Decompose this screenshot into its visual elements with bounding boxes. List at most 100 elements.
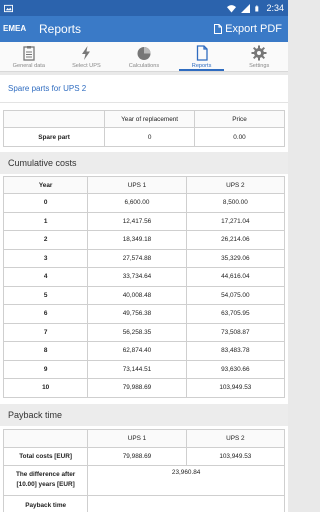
ups2-cell: 103,949.53	[185, 378, 286, 398]
ups2-cell: 44,616.04	[185, 267, 286, 287]
wifi-icon	[227, 4, 237, 13]
payback-time-label: Payback time	[2, 494, 89, 512]
ups1-cell: 62,874.40	[87, 341, 187, 361]
pie-chart-icon	[137, 47, 151, 60]
signal-icon	[241, 3, 251, 13]
year-cell: 1	[2, 211, 89, 231]
tab-bar: General data Select UPS Calculations Rep…	[0, 42, 288, 72]
year-cell: 3	[2, 248, 89, 268]
table-row: Payback time	[2, 494, 285, 512]
row-label: Spare part	[2, 127, 106, 147]
action-bar: EMEA Reports Export PDF	[0, 16, 288, 42]
table-row: 4 33,734.64 44,616.04	[2, 267, 286, 287]
table-cell: 0	[104, 127, 196, 147]
tab-calculations[interactable]: Calculations	[115, 42, 173, 71]
battery-icon	[255, 5, 259, 11]
tab-reports[interactable]: Reports	[173, 42, 231, 71]
ups1-cell: 27,574.88	[87, 248, 187, 268]
ups1-cell: 6,600.00	[87, 193, 187, 213]
ups2-cell: 63,705.95	[185, 304, 286, 324]
tab-label: Select UPS	[72, 63, 101, 69]
difference-label: The difference after [10.00] years [EUR]	[2, 464, 89, 496]
column-header: Year of replacement	[104, 110, 196, 128]
table-row: 7 56,258.35 73,508.87	[2, 322, 286, 342]
total-costs-label: Total costs [EUR]	[2, 446, 89, 466]
page-title: Reports	[39, 22, 82, 36]
year-cell: 9	[2, 359, 89, 379]
tab-label: Reports	[191, 63, 212, 69]
gear-icon	[251, 45, 267, 61]
table-row: 3 27,574.88 35,329.06	[2, 248, 286, 268]
ups1-cell: 12,417.56	[87, 211, 187, 231]
payback-table: UPS 1 UPS 2 Total costs [EUR] 79,988.69 …	[2, 428, 286, 512]
cumulative-costs-table: Year UPS 1 UPS 2 0 6,600.00 8,500.00 1 1…	[2, 176, 286, 398]
year-cell: 2	[2, 230, 89, 250]
export-pdf-label: Export PDF	[225, 23, 282, 35]
year-cell: 4	[2, 267, 89, 287]
table-row: Total costs [EUR] 79,988.69 103,949.53	[2, 446, 286, 466]
difference-value: 23,960.84	[87, 464, 285, 496]
ups2-cell: 73,508.87	[185, 322, 286, 342]
brand-label[interactable]: EMEA	[3, 16, 39, 42]
lightning-icon	[82, 46, 91, 60]
ups2-cell: 26,214.06	[185, 230, 286, 250]
cumulative-costs-header: Cumulative costs	[0, 152, 288, 174]
cumulative-costs-card: Year UPS 1 UPS 2 0 6,600.00 8,500.00 1 1…	[0, 174, 288, 404]
table-row: 6 49,756.38 63,705.95	[2, 304, 286, 324]
spare-parts-card: Spare parts for UPS 2 Year of replacemen…	[0, 75, 288, 152]
tab-settings[interactable]: Settings	[230, 42, 288, 71]
ups2-total-cell: 103,949.53	[185, 446, 286, 466]
document-icon	[214, 24, 223, 34]
ups2-cell: 93,630.66	[185, 359, 286, 379]
table-row: 10 79,988.69 103,949.53	[2, 378, 286, 398]
ups1-cell: 18,349.18	[87, 230, 187, 250]
table-row: 1 12,417.56 17,271.04	[2, 211, 286, 231]
table-row: 0 6,600.00 8,500.00	[2, 193, 286, 213]
clock: 2:34	[266, 3, 284, 13]
year-cell: 8	[2, 341, 89, 361]
tab-label: Settings	[249, 63, 270, 69]
table-cell: 0.00	[194, 127, 285, 147]
spare-parts-title: Spare parts for UPS 2	[0, 75, 288, 103]
column-header	[2, 428, 89, 448]
column-header	[2, 110, 106, 128]
column-header: UPS 2	[185, 176, 286, 194]
tab-select-ups[interactable]: Select UPS	[58, 42, 116, 71]
year-cell: 6	[2, 304, 89, 324]
document-icon	[196, 45, 208, 61]
ups1-cell: 56,258.35	[87, 322, 187, 342]
ups2-cell: 17,271.04	[185, 211, 286, 231]
table-row: 8 62,874.40 83,483.78	[2, 341, 286, 361]
ups1-cell: 40,008.48	[87, 285, 187, 305]
ups2-cell: 35,329.06	[185, 248, 286, 268]
export-pdf-button[interactable]: Export PDF	[214, 23, 282, 35]
year-cell: 5	[2, 285, 89, 305]
ups2-cell: 8,500.00	[185, 193, 286, 213]
column-header: Year	[2, 176, 89, 194]
table-row: 5 40,008.48 54,075.00	[2, 285, 286, 305]
ups1-cell: 33,734.64	[87, 267, 187, 287]
table-row: The difference after [10.00] years [EUR]…	[2, 464, 285, 496]
ups1-cell: 79,988.69	[87, 378, 187, 398]
ups2-cell: 83,483.78	[185, 341, 286, 361]
payback-time-card: UPS 1 UPS 2 Total costs [EUR] 79,988.69 …	[0, 425, 288, 512]
tab-label: General data	[12, 63, 45, 69]
ups1-total-cell: 79,988.69	[87, 446, 187, 466]
status-bar: 2:34	[0, 0, 288, 16]
year-cell: 0	[2, 193, 89, 213]
ups1-cell: 73,144.51	[87, 359, 187, 379]
column-header: UPS 1	[87, 176, 187, 194]
year-cell: 10	[2, 378, 89, 398]
tab-general-data[interactable]: General data	[0, 42, 58, 71]
ups1-cell: 49,756.38	[87, 304, 187, 324]
table-row: 9 73,144.51 93,630.66	[2, 359, 286, 379]
ups2-cell: 54,075.00	[185, 285, 286, 305]
year-cell: 7	[2, 322, 89, 342]
table-row: 2 18,349.18 26,214.06	[2, 230, 286, 250]
column-header: UPS 1	[87, 428, 187, 448]
image-icon	[4, 4, 13, 12]
column-header: UPS 2	[185, 428, 286, 448]
column-header: Price	[194, 110, 285, 128]
spare-parts-table: Year of replacement Price Spare part 0 0…	[2, 110, 285, 147]
tab-label: Calculations	[128, 63, 160, 69]
